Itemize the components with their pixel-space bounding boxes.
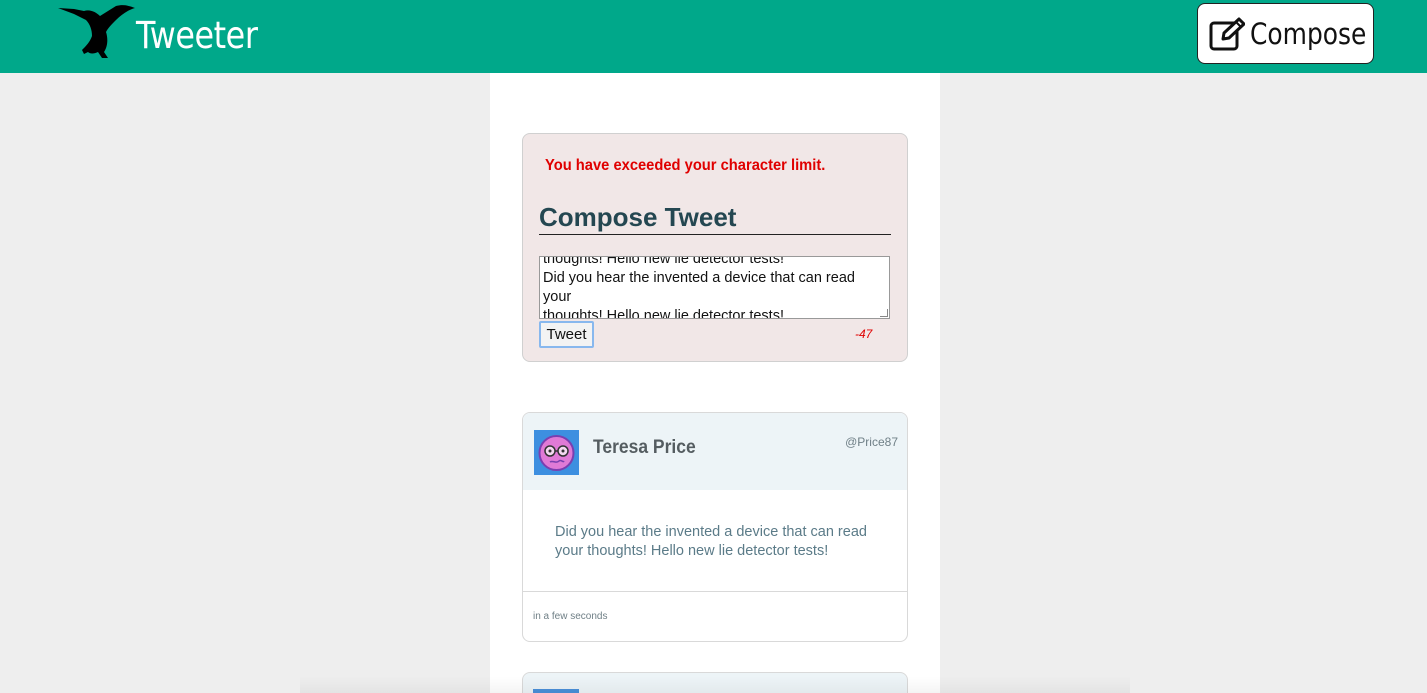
brand-title[interactable]: Tweeter [136, 14, 258, 57]
compose-section: You have exceeded your character limit. … [522, 133, 908, 362]
compose-button[interactable]: Compose [1197, 3, 1374, 64]
tweet-header: Teresa Price @Price87 [523, 413, 907, 490]
edit-icon [1209, 17, 1245, 51]
textarea-line: thoughts! Hello new lie detector tests! [543, 256, 784, 267]
character-counter: -47 [855, 327, 873, 341]
hummingbird-icon[interactable] [56, 2, 136, 60]
textarea-line: thoughts! Hello new lie detector tests! [543, 308, 784, 319]
author-handle: @Price87 [845, 435, 898, 449]
tweet-line: your thoughts! Hello new lie detector te… [555, 543, 829, 559]
tweet-line: Did you hear the invented a device that … [555, 524, 867, 540]
textarea-line: Did you hear the invented a device that … [543, 270, 855, 305]
avatar-icon [534, 430, 579, 475]
compose-title: Compose Tweet [539, 202, 891, 235]
divider [523, 591, 907, 592]
tweet-card-next [522, 672, 908, 693]
resize-handle[interactable] [880, 309, 888, 317]
author-name: Teresa Price [593, 437, 696, 458]
tweet-textarea[interactable]: thoughts! Hello new lie detector tests! … [539, 256, 890, 319]
tweet-button[interactable]: Tweet [539, 321, 594, 348]
tweet-body: Did you hear the invented a device that … [555, 523, 875, 561]
compose-label: Compose [1250, 17, 1367, 51]
error-message: You have exceeded your character limit. [545, 157, 826, 174]
tweet-card: Teresa Price @Price87 Did you hear the i… [522, 412, 908, 642]
navbar: Tweeter Compose [0, 0, 1427, 73]
avatar-icon [533, 689, 579, 693]
tweet-timestamp: in a few seconds [533, 611, 608, 622]
